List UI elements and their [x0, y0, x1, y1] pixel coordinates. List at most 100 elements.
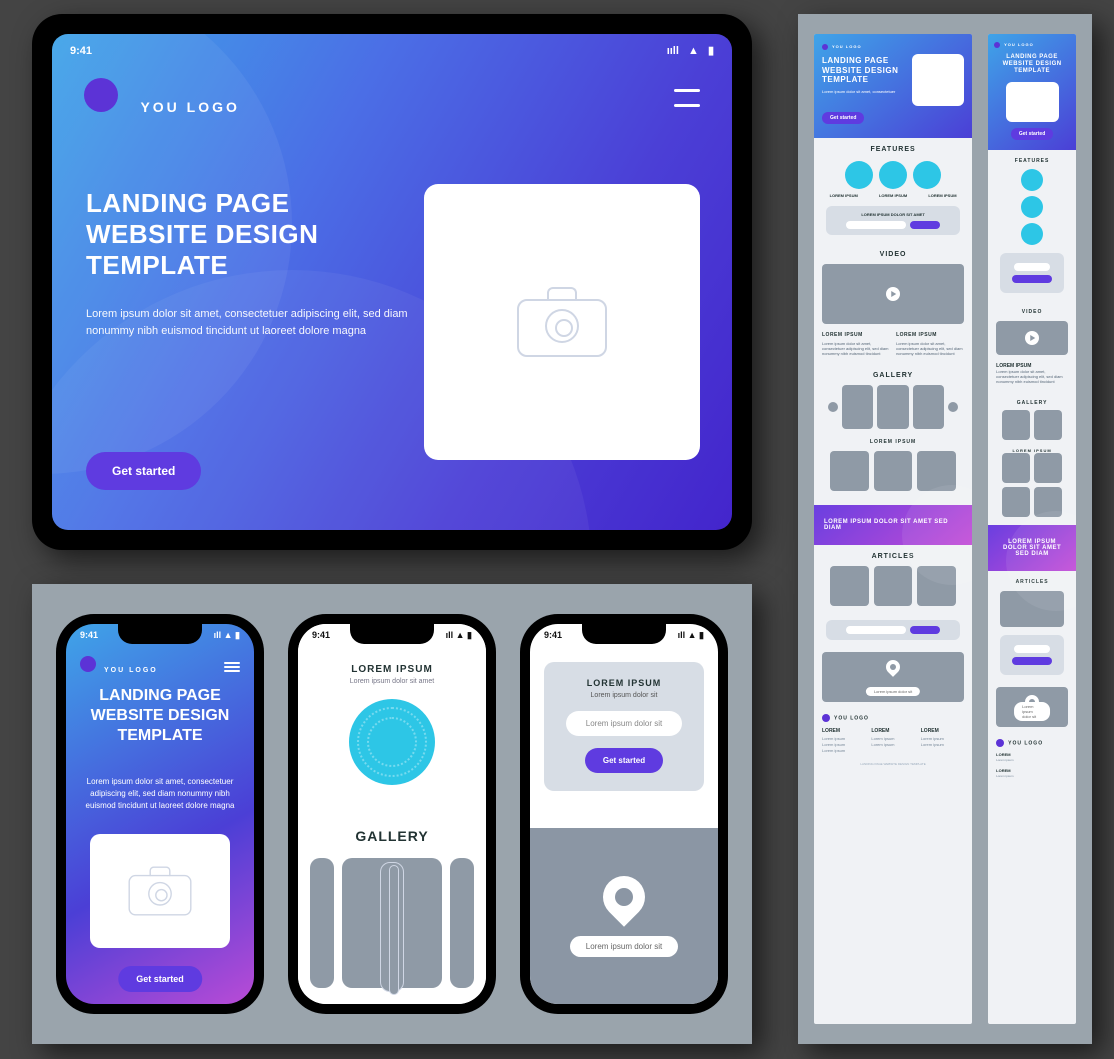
image-placeholder — [912, 54, 964, 106]
status-icons: ıll ▲ ▮ — [678, 630, 704, 641]
thumb[interactable] — [1002, 410, 1030, 440]
hero-copy: LANDING PAGE WEBSITE DESIGN TEMPLATE Lor… — [86, 188, 416, 341]
link[interactable]: Lorem ipsum — [996, 774, 1013, 778]
map-section[interactable]: Lorem ipsum dolor sit — [996, 687, 1068, 727]
article-card[interactable] — [874, 566, 913, 606]
link[interactable]: Lorem ipsum — [871, 742, 914, 747]
next-button[interactable] — [948, 402, 958, 412]
link[interactable]: Lorem ipsum — [996, 758, 1013, 762]
logo[interactable]: YOU LOGO — [80, 656, 158, 677]
text-input[interactable] — [1014, 263, 1050, 271]
link[interactable]: Lorem ipsum — [822, 736, 865, 741]
gallery-thumb[interactable] — [450, 858, 474, 988]
menu-icon[interactable] — [224, 660, 240, 674]
thumb[interactable] — [830, 451, 869, 491]
feature-circle-icon — [879, 161, 907, 189]
article-card[interactable] — [830, 566, 869, 606]
text-input[interactable] — [846, 626, 906, 634]
thumb[interactable] — [1034, 453, 1062, 483]
get-started-button[interactable]: Get started — [822, 112, 864, 124]
header: YOU LOGO — [80, 656, 240, 677]
logo[interactable]: YOU LOGO — [822, 714, 964, 722]
hero-title: LANDING PAGE WEBSITE DESIGN TEMPLATE — [822, 56, 900, 85]
feature-circle-icon — [349, 699, 435, 785]
gallery-thumb[interactable] — [877, 385, 908, 429]
link[interactable]: Lorem ipsum — [822, 748, 865, 753]
submit-button[interactable] — [910, 626, 940, 634]
logo[interactable]: YOU LOGO — [84, 78, 240, 117]
status-icons: ıll ▲ ▮ — [446, 630, 472, 641]
gallery-thumb[interactable] — [310, 858, 334, 988]
signup-card: LOREM IPSUM Lorem ipsum dolor sit Lorem … — [544, 662, 704, 791]
gallery-section: GALLERY LOREM IPSUM — [814, 364, 972, 505]
label: LOREM IPSUM — [921, 193, 964, 198]
cta-band[interactable]: LOREM IPSUM DOLOR SIT AMET SED DIAM — [988, 525, 1076, 571]
text-input[interactable]: Lorem ipsum dolor sit — [566, 711, 682, 736]
battery-icon: ▮ — [708, 45, 714, 57]
menu-icon[interactable] — [674, 89, 700, 107]
signup-bar — [1000, 635, 1064, 675]
feature-circle-icon — [1021, 196, 1043, 218]
heading: LOREM — [996, 752, 1068, 757]
cta-band[interactable]: LOREM IPSUM DOLOR SIT AMET SED DIAM — [814, 505, 972, 545]
gallery-carousel — [298, 844, 486, 988]
feature-section: LOREM IPSUM Lorem ipsum dolor sit amet — [298, 624, 486, 814]
link[interactable]: Lorem ipsum — [871, 736, 914, 741]
two-column-text: LOREM IPSUMLorem ipsum dolor sit amet, c… — [814, 324, 972, 364]
map-section[interactable]: Lorem ipsum dolor sit — [530, 828, 718, 1004]
logo[interactable]: YOU LOGO — [996, 739, 1068, 747]
submit-button[interactable] — [1012, 657, 1052, 665]
heading: LOREM — [996, 768, 1068, 773]
hero-section: YOU LOGO LANDING PAGE WEBSITE DESIGN TEM… — [988, 34, 1076, 150]
map-section[interactable]: Lorem ipsum dolor sit — [822, 652, 964, 702]
logo[interactable]: YOU LOGO — [994, 42, 1070, 48]
status-time: 9:41 — [70, 45, 92, 57]
video-player[interactable] — [996, 321, 1068, 355]
footer-columns: LOREMLorem ipsumLorem ipsumLorem ipsum L… — [822, 728, 964, 754]
submit-button[interactable] — [1012, 275, 1052, 283]
camera-icon — [380, 858, 404, 988]
link[interactable]: Lorem ipsum — [822, 742, 865, 747]
link[interactable]: Lorem ipsum — [921, 742, 964, 747]
feature-circle-icon — [845, 161, 873, 189]
heading: LOREM — [822, 728, 865, 734]
section-title: LOREM IPSUM — [298, 664, 486, 675]
submit-button[interactable] — [910, 221, 940, 229]
prev-button[interactable] — [828, 402, 838, 412]
status-icons: ıll ▲ ▮ — [214, 630, 240, 641]
logo-text: YOU LOGO — [104, 667, 158, 674]
address-chip: Lorem ipsum dolor sit — [866, 687, 920, 696]
logo[interactable]: YOU LOGO — [822, 44, 964, 50]
gallery-thumb[interactable] — [842, 385, 873, 429]
phone-frame-3: 9:41 ıll ▲ ▮ LOREM IPSUM Lorem ipsum dol… — [520, 614, 728, 1014]
logo-icon — [80, 656, 96, 672]
link[interactable]: Lorem ipsum — [921, 736, 964, 741]
feature-row — [822, 161, 964, 189]
map-pin-icon — [594, 867, 653, 926]
full-page-strips: YOU LOGO LANDING PAGE WEBSITE DESIGN TEM… — [798, 14, 1092, 1044]
text-column: LOREM IPSUMLorem ipsum dolor sit amet, c… — [896, 332, 964, 356]
body: Lorem ipsum dolor sit amet, consectetuer… — [896, 341, 962, 356]
text-input[interactable] — [846, 221, 906, 229]
video-player[interactable] — [822, 264, 964, 324]
phone-screen-form: 9:41 ıll ▲ ▮ LOREM IPSUM Lorem ipsum dol… — [530, 624, 718, 1004]
text-input[interactable] — [1014, 645, 1050, 653]
gallery-thumb[interactable] — [342, 858, 442, 988]
get-started-button[interactable]: Get started — [86, 452, 201, 490]
thumb[interactable] — [1002, 453, 1030, 483]
thumb[interactable] — [874, 451, 913, 491]
thumb[interactable] — [1002, 487, 1030, 517]
get-started-button[interactable]: Get started — [585, 748, 663, 773]
image-placeholder — [90, 834, 230, 948]
address-chip: Lorem ipsum dolor sit — [1014, 702, 1050, 721]
get-started-button[interactable]: Get started — [118, 966, 202, 992]
thumb[interactable] — [1034, 410, 1062, 440]
gallery-thumb[interactable] — [913, 385, 944, 429]
gallery-carousel — [822, 385, 964, 429]
hero-section: YOU LOGO LANDING PAGE WEBSITE DESIGN TEM… — [814, 34, 972, 138]
hero-title: LANDING PAGE WEBSITE DESIGN TEMPLATE — [86, 188, 416, 282]
tablet-frame: 9:41 ııll ▲ ▮ YOU LOGO LANDING PAGE WEBS… — [32, 14, 752, 550]
section-title: GALLERY — [996, 400, 1068, 406]
phone-frame-1: 9:41 ıll ▲ ▮ YOU LOGO LANDING PAGE WEBSI… — [56, 614, 264, 1014]
get-started-button[interactable]: Get started — [1011, 128, 1053, 140]
